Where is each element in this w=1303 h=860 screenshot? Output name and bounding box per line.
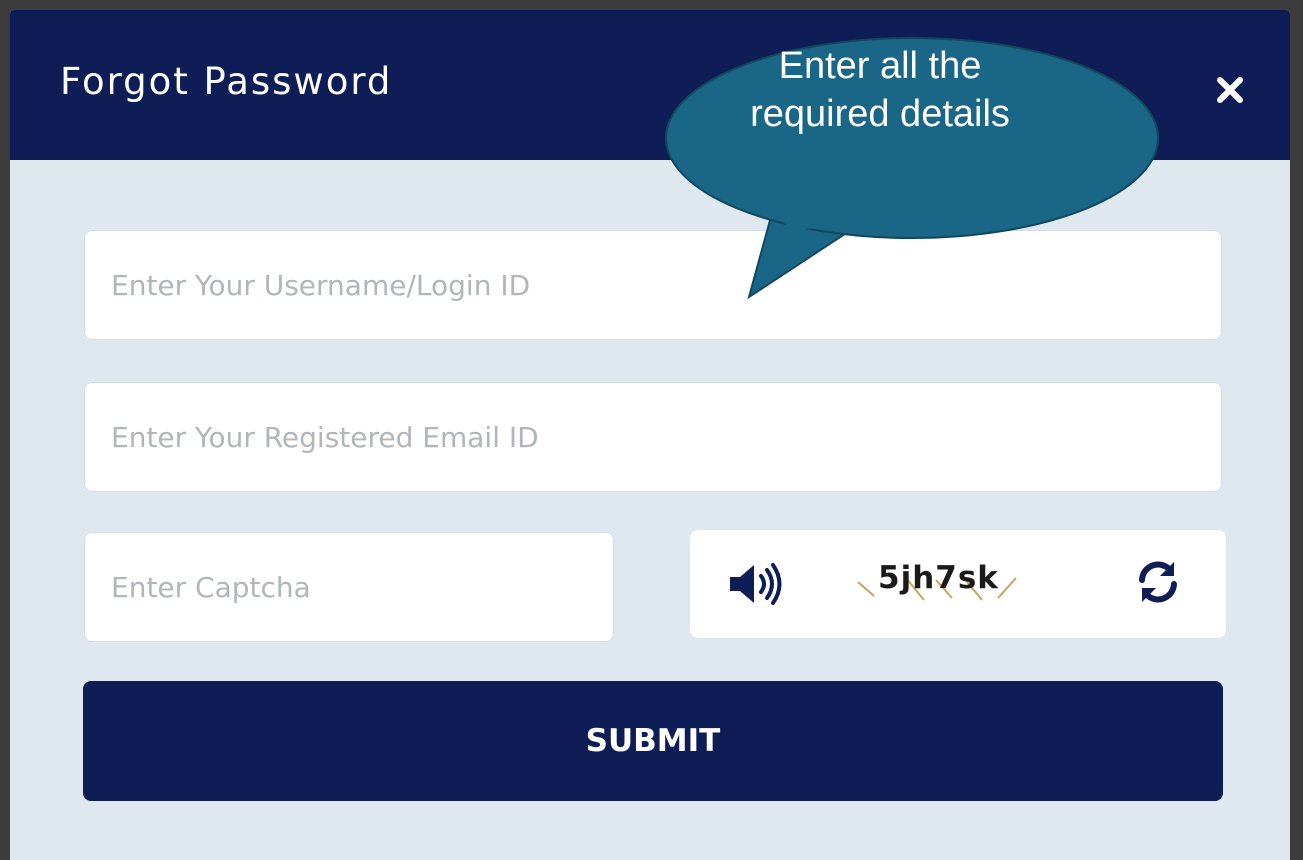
- close-icon: [1217, 77, 1243, 103]
- submit-button[interactable]: SUBMIT: [83, 681, 1223, 801]
- captcha-code: 5jh7sk: [878, 560, 999, 596]
- email-input[interactable]: [84, 382, 1222, 492]
- username-input[interactable]: [84, 230, 1222, 340]
- close-button[interactable]: [1210, 70, 1250, 110]
- refresh-captcha-button[interactable]: [1130, 554, 1186, 610]
- captcha-image: 5jh7sk: [840, 552, 1060, 612]
- dialog-header: Forgot Password: [10, 10, 1290, 160]
- audio-captcha-button[interactable]: [726, 560, 790, 608]
- forgot-password-dialog: Forgot Password 5jh7: [10, 10, 1290, 860]
- captcha-input[interactable]: [84, 532, 614, 642]
- captcha-panel: 5jh7sk: [690, 530, 1226, 638]
- dialog-title: Forgot Password: [60, 60, 393, 103]
- speaker-icon: [730, 563, 782, 605]
- refresh-icon: [1139, 561, 1177, 603]
